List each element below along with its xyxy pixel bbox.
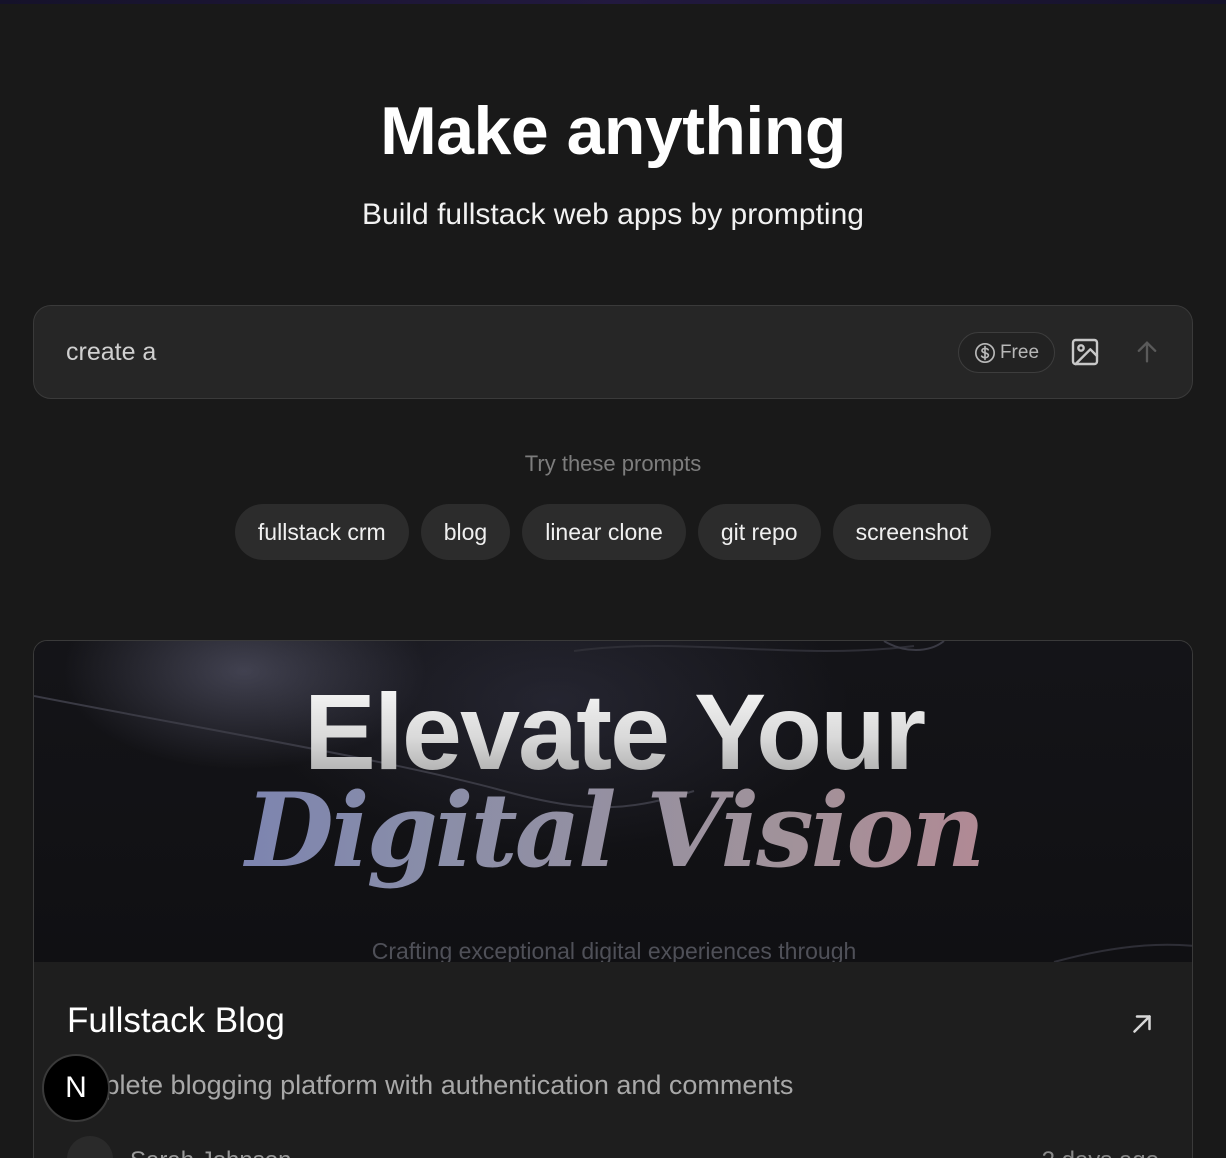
send-button[interactable]: [1128, 333, 1166, 371]
prompt-suggestions: fullstack crm blog linear clone git repo…: [0, 504, 1226, 560]
project-card[interactable]: Elevate Your Digital Vision Crafting exc…: [33, 640, 1193, 1158]
suggestion-chip-git-repo[interactable]: git repo: [697, 504, 821, 560]
try-prompts-label: Try these prompts: [524, 451, 702, 476]
prompt-box: Free: [33, 305, 1193, 399]
card-description: omplete blogging platform with authentic…: [67, 1070, 794, 1100]
image-icon: [1071, 338, 1099, 366]
preview-tagline: Crafting exceptional digital experiences…: [371, 938, 857, 962]
suggestion-chip-linear-clone[interactable]: linear clone: [522, 504, 686, 560]
suggestion-chip-screenshot[interactable]: screenshot: [832, 504, 992, 560]
badge-letter: N: [65, 1071, 87, 1104]
free-label: Free: [999, 341, 1040, 363]
arrow-up-right-icon[interactable]: [1127, 1009, 1157, 1039]
suggestion-chip-fullstack-crm[interactable]: fullstack crm: [234, 504, 409, 560]
timestamp: 2 days ago: [1042, 1147, 1159, 1158]
avatar: [67, 1136, 113, 1158]
page-subtitle: Build fullstack web apps by prompting: [362, 198, 864, 231]
free-plan-button[interactable]: Free: [958, 332, 1055, 373]
arrow-up-icon: [1137, 341, 1157, 363]
framework-badge[interactable]: N: [42, 1054, 110, 1122]
suggestion-chip-blog[interactable]: blog: [420, 504, 511, 560]
card-title: Fullstack Blog: [67, 1001, 285, 1040]
prompt-input[interactable]: [66, 334, 926, 370]
project-preview: Elevate Your Digital Vision Crafting exc…: [34, 641, 1192, 962]
attach-image-button[interactable]: [1066, 333, 1104, 371]
top-accent-line: [0, 0, 1226, 4]
author-name: Sarah Johnson: [130, 1147, 291, 1158]
preview-headline-script: Digital Vision: [34, 771, 1192, 891]
page-title: Make anything: [380, 93, 846, 169]
dollar-circle-icon: [974, 342, 995, 363]
